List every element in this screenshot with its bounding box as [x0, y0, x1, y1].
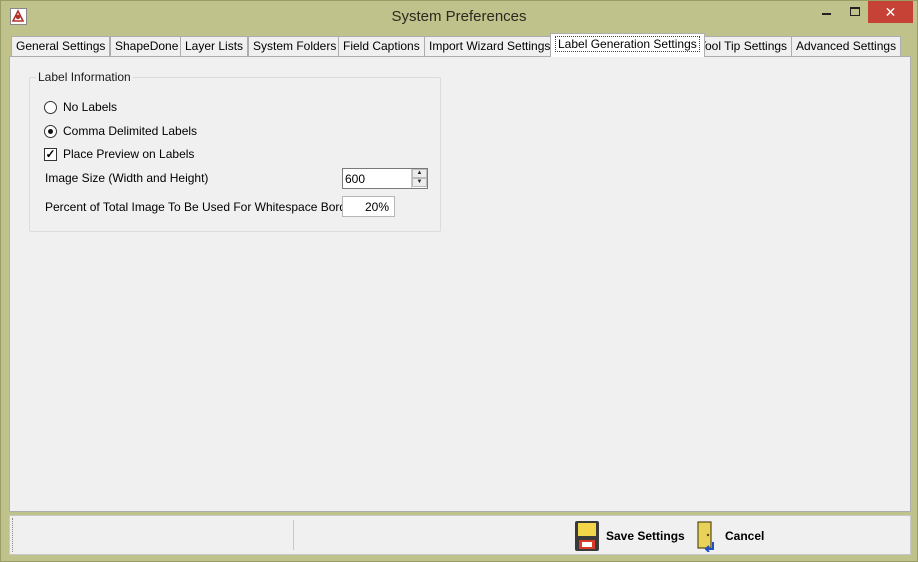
- save-settings-label: Save Settings: [606, 529, 685, 543]
- label-generation-panel: Label Information No Labels Comma Delimi…: [9, 56, 911, 512]
- maximize-icon: [850, 7, 860, 16]
- window-title: System Preferences: [391, 8, 527, 25]
- toolbar-grip[interactable]: [12, 518, 15, 552]
- tab-system-folders[interactable]: System Folders: [248, 36, 342, 56]
- tab-label-generation-settings[interactable]: Label Generation Settings: [550, 33, 705, 57]
- no-labels-label: No Labels: [63, 100, 118, 114]
- exit-door-icon: [697, 521, 714, 552]
- group-title: Label Information: [36, 70, 133, 84]
- comma-delimited-radio[interactable]: Comma Delimited Labels: [44, 123, 197, 139]
- whitespace-label: Percent of Total Image To Be Used For Wh…: [45, 200, 357, 214]
- tab-advanced-settings[interactable]: Advanced Settings: [791, 36, 902, 56]
- cancel-button[interactable]: Cancel: [695, 520, 764, 552]
- spin-down-icon[interactable]: ▼: [412, 178, 427, 187]
- cancel-label: Cancel: [725, 529, 765, 543]
- minimize-button[interactable]: [812, 1, 841, 23]
- whitespace-percent-input[interactable]: 20%: [342, 196, 395, 217]
- maximize-button[interactable]: [841, 1, 868, 23]
- title-bar[interactable]: System Preferences ✕: [1, 1, 917, 32]
- tab-tool-tip-settings[interactable]: Tool Tip Settings: [694, 36, 793, 56]
- tab-layer-lists[interactable]: Layer Lists: [180, 36, 249, 56]
- spin-buttons: ▲ ▼: [411, 169, 427, 188]
- tab-field-captions[interactable]: Field Captions: [338, 36, 425, 56]
- tab-general-settings[interactable]: General Settings: [11, 36, 111, 56]
- radio-button-selected[interactable]: [44, 124, 57, 138]
- image-size-label: Image Size (Width and Height): [45, 171, 209, 185]
- tab-import-wizard-settings[interactable]: Import Wizard Settings: [424, 36, 556, 56]
- comma-delimited-label: Comma Delimited Labels: [63, 124, 198, 138]
- floppy-disk-icon: [575, 521, 599, 551]
- label-information-group: Label Information No Labels Comma Delimi…: [29, 70, 441, 232]
- spin-up-icon[interactable]: ▲: [412, 169, 427, 178]
- no-labels-radio[interactable]: No Labels: [44, 99, 117, 115]
- tab-strip: General Settings ShapeDone Layer Lists S…: [9, 32, 911, 57]
- place-preview-checkbox[interactable]: ✓ Place Preview on Labels: [44, 146, 194, 162]
- footer-bar: Save Settings Cancel: [9, 515, 911, 555]
- system-preferences-window: System Preferences ✕ General Settings Sh…: [0, 0, 918, 562]
- radio-button[interactable]: [44, 100, 57, 114]
- toolbar-divider: [293, 520, 294, 550]
- tab-shapedone[interactable]: ShapeDone: [110, 36, 184, 56]
- checkmark-icon[interactable]: ✓: [44, 147, 57, 161]
- image-size-value[interactable]: 600: [345, 172, 365, 186]
- image-size-stepper[interactable]: 600 ▲ ▼: [342, 168, 428, 189]
- save-settings-button[interactable]: Save Settings: [574, 520, 685, 552]
- place-preview-label: Place Preview on Labels: [63, 147, 195, 161]
- close-icon: ✕: [884, 4, 897, 20]
- close-button[interactable]: ✕: [868, 1, 913, 23]
- minimize-icon: [822, 13, 831, 15]
